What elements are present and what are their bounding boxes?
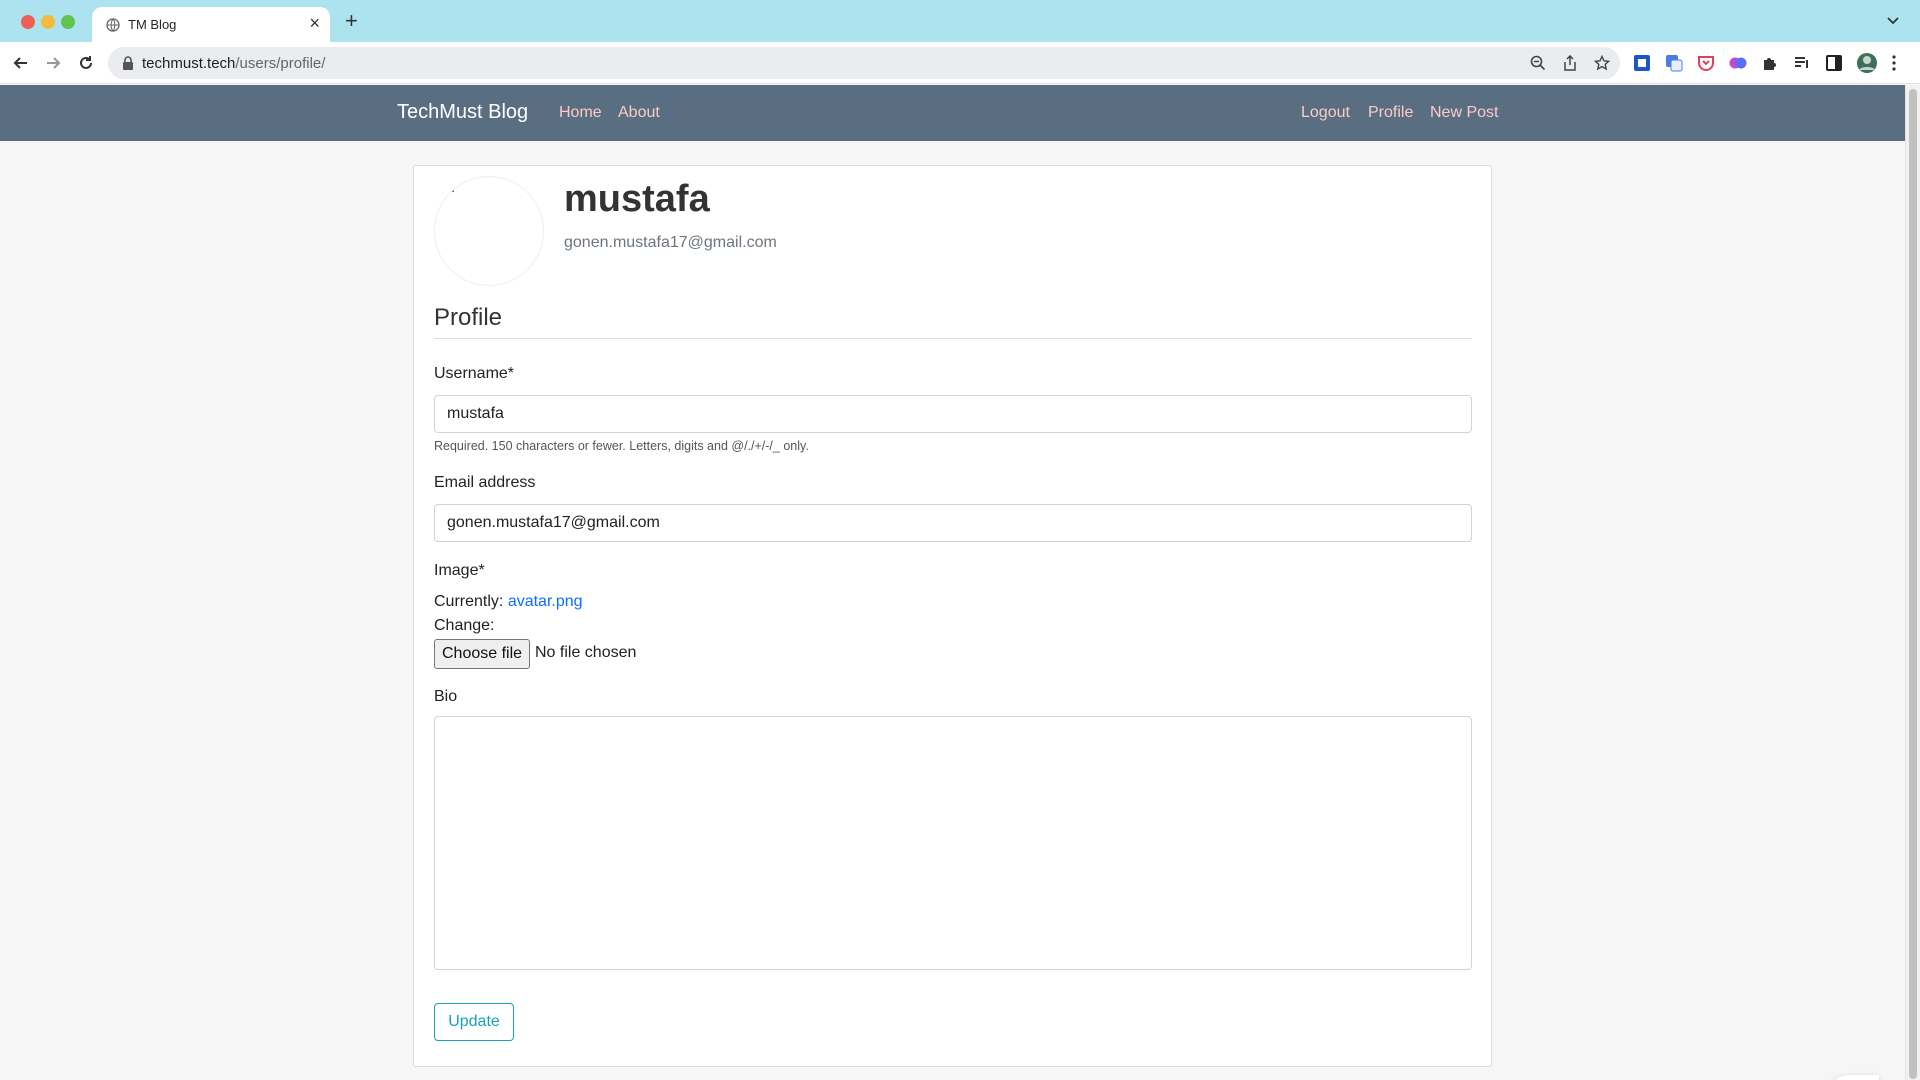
change-label: Change: (434, 617, 495, 634)
more-menu-icon[interactable] (1890, 54, 1898, 72)
page-viewport: TechMust Blog Home About Logout Profile … (0, 85, 1905, 1080)
pocket-icon[interactable] (1697, 54, 1715, 72)
side-panel-icon[interactable] (1825, 54, 1843, 72)
file-status-text: No file chosen (535, 644, 637, 661)
lock-icon (123, 56, 133, 70)
nav-link-profile[interactable]: Profile (1368, 104, 1413, 122)
choose-file-button[interactable]: Choose file (434, 639, 531, 669)
image-label: Image* (434, 562, 485, 579)
tab-title: TM Blog (128, 17, 177, 32)
bio-textarea[interactable] (434, 716, 1472, 970)
url-text: techmust.tech/users/profile/ (142, 55, 326, 72)
scrollbar-thumb[interactable] (1909, 89, 1917, 1079)
extension-blue-icon[interactable] (1633, 54, 1651, 72)
floating-extension-button[interactable] (1827, 1075, 1879, 1080)
username-label: Username* (434, 365, 515, 382)
zoom-icon[interactable] (1530, 55, 1546, 71)
browser-toolbar: techmust.tech/users/profile/ (0, 42, 1920, 84)
current-image-link[interactable]: avatar.png (508, 593, 583, 610)
bookmark-star-icon[interactable] (1594, 55, 1610, 71)
page-scrollbar[interactable] (1905, 85, 1920, 1080)
window-minimize-button[interactable] (41, 15, 55, 29)
reload-icon[interactable] (76, 53, 96, 73)
new-tab-icon[interactable]: + (345, 10, 358, 32)
window-close-button[interactable] (21, 15, 35, 29)
globe-icon (106, 18, 120, 32)
profile-email-text: gonen.mustafa17@gmail.com (564, 234, 777, 251)
browser-tab-bar: TM Blog × + (0, 0, 1920, 42)
avatar (434, 176, 544, 286)
profile-card: mustafa gonen.mustafa17@gmail.com Profil… (413, 165, 1492, 1067)
user-avatar-icon[interactable] (1856, 52, 1878, 74)
current-image-row: Currently: avatar.png (434, 593, 583, 611)
username-input[interactable] (434, 395, 1472, 433)
site-navbar: TechMust Blog Home About Logout Profile … (0, 85, 1905, 141)
form-legend: Profile (434, 304, 1472, 339)
forward-arrow-icon[interactable] (43, 53, 63, 73)
bio-label: Bio (434, 688, 458, 705)
address-bar[interactable]: techmust.tech/users/profile/ (108, 47, 1620, 79)
reading-list-icon[interactable] (1793, 54, 1811, 72)
window-maximize-button[interactable] (61, 15, 75, 29)
nav-link-about[interactable]: About (618, 104, 660, 122)
browser-tab[interactable]: TM Blog × (92, 7, 330, 42)
tab-close-icon[interactable]: × (309, 13, 320, 33)
nav-link-new-post[interactable]: New Post (1430, 104, 1498, 122)
email-label: Email address (434, 474, 536, 491)
site-brand[interactable]: TechMust Blog (397, 101, 528, 124)
brain-icon[interactable] (1729, 54, 1747, 72)
nav-link-logout[interactable]: Logout (1301, 104, 1350, 122)
email-input[interactable] (434, 504, 1472, 542)
nav-link-home[interactable]: Home (559, 104, 602, 122)
update-button[interactable]: Update (434, 1003, 514, 1041)
translate-icon[interactable] (1665, 54, 1683, 72)
currently-label: Currently: (434, 593, 504, 610)
chevron-down-icon[interactable] (1886, 14, 1900, 28)
profile-username-heading: mustafa (564, 178, 710, 220)
avatar-image-fragment (450, 190, 454, 192)
username-help-text: Required. 150 characters or fewer. Lette… (434, 439, 809, 453)
share-icon[interactable] (1562, 55, 1578, 71)
puzzle-icon[interactable] (1761, 54, 1779, 72)
back-arrow-icon[interactable] (11, 53, 31, 73)
